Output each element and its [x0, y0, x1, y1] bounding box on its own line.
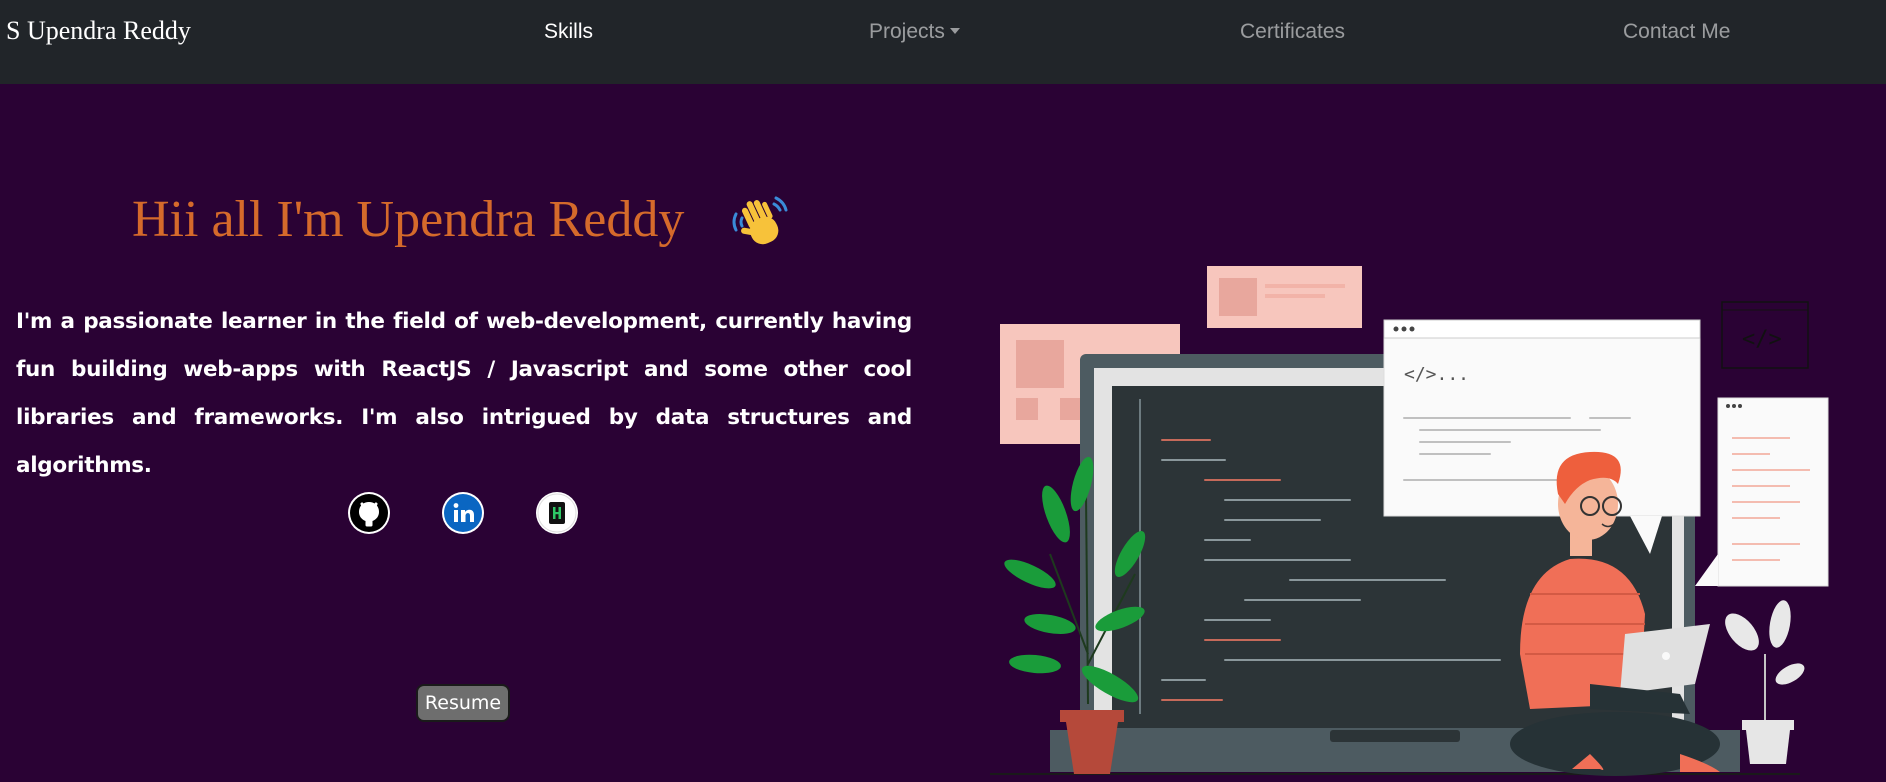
- side-window: [1717, 397, 1829, 587]
- caret-down-icon: [949, 28, 960, 34]
- hero-title: Hii all I'm Upendra Reddy: [132, 191, 685, 248]
- resume-button[interactable]: Resume: [416, 684, 510, 722]
- nav-link-contact[interactable]: Contact Me: [1623, 20, 1730, 44]
- hackerrank-icon: [537, 493, 577, 533]
- hackerrank-link[interactable]: [536, 492, 578, 534]
- nav-link-skills[interactable]: Skills: [544, 20, 593, 44]
- navbar: S Upendra Reddy Skills Projects Certific…: [0, 0, 1886, 84]
- hero-section: Hii all I'm Upendra Reddy I'm a passiona…: [0, 84, 1886, 776]
- brand-link[interactable]: S Upendra Reddy: [6, 16, 191, 46]
- small-code-text: </>: [1742, 327, 1782, 352]
- linkedin-icon: [444, 494, 482, 532]
- github-icon: [350, 494, 388, 532]
- linkedin-link[interactable]: [442, 492, 484, 534]
- waving-hand-icon: [732, 196, 788, 245]
- nav-link-projects-label: Projects: [869, 20, 945, 43]
- code-window-text: </>...: [1404, 364, 1469, 385]
- nav-link-projects[interactable]: Projects: [869, 20, 960, 44]
- bio-text: I'm a passionate learner in the field of…: [16, 309, 912, 478]
- nav-link-certificates[interactable]: Certificates: [1240, 20, 1345, 44]
- github-link[interactable]: [348, 492, 390, 534]
- developer-illustration: </>... </>: [990, 266, 1829, 776]
